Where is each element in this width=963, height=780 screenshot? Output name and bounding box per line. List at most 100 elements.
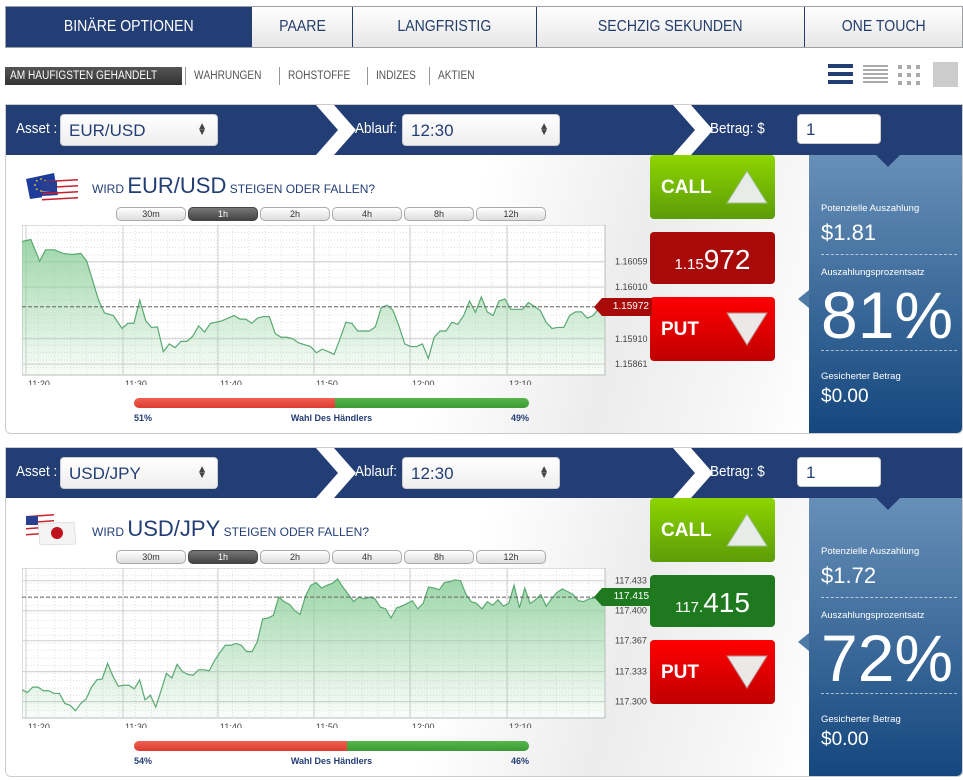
put-button[interactable]: PUT — [650, 640, 775, 704]
category-stocks[interactable]: AKTIEN — [428, 67, 488, 85]
amount-input[interactable]: 1 — [797, 114, 881, 144]
amount-label: Betrag: $ — [710, 463, 765, 480]
percent-label: Auszahlungsprozentsatz — [821, 267, 925, 278]
chevron-right-icon — [673, 105, 713, 155]
amount-value: 1 — [806, 120, 816, 139]
timeframe-4h[interactable]: 4h — [332, 550, 402, 564]
tab-paare[interactable]: PAARE — [251, 7, 353, 47]
x-tick-label: 12:10 — [509, 379, 532, 385]
category-currencies[interactable]: WÄHRUNGEN — [185, 67, 279, 85]
tab-one-touch[interactable]: ONE TOUCH — [804, 7, 962, 47]
x-tick-label: 11:50 — [316, 722, 338, 728]
category-most-traded[interactable]: AM HÄUFIGSTEN GEHANDELT — [5, 67, 183, 85]
header-notch — [876, 498, 900, 510]
timeframe-1h[interactable]: 1h — [188, 550, 258, 564]
list-large-icon[interactable] — [828, 62, 853, 87]
tab-binaere-optionen[interactable]: BINÄRE OPTIONEN — [6, 7, 252, 47]
category-label: WÄHRUNGEN — [194, 70, 262, 82]
x-tick-label: 12:00 — [412, 722, 435, 728]
asset-select-value: USD/JPY — [69, 464, 141, 483]
trade-panel: Asset : USD/JPY ▲ ▼ Ablauf: 12:30 ▲ ▼ Betrag… — [5, 447, 963, 777]
category-indices[interactable]: INDIZES — [366, 67, 429, 85]
tab-label: ONE TOUCH — [841, 18, 926, 35]
timeframe-12h[interactable]: 12h — [476, 550, 546, 564]
asset-select[interactable]: USD/JPY ▲ ▼ — [60, 457, 218, 489]
y-tick-label: 1.16059 — [615, 257, 648, 267]
category-label: AM HÄUFIGSTEN GEHANDELT — [10, 70, 158, 82]
y-tick-label: 117.333 — [615, 667, 647, 677]
timeframe-30m[interactable]: 30m — [116, 550, 186, 564]
sentiment-bar-put — [134, 398, 336, 408]
expiry-select[interactable]: 12:30 ▲ ▼ — [402, 114, 560, 146]
amount-label: Betrag: $ — [710, 120, 765, 137]
payout-value: $1.81 — [821, 220, 877, 245]
put-label: PUT — [661, 662, 699, 683]
grid-icon[interactable] — [898, 62, 923, 87]
timeframe-selector: 30m 1h 2h 4h 8h 12h — [116, 550, 546, 564]
call-button[interactable]: CALL — [650, 155, 775, 219]
payout-label: Potenzielle Auszahlung — [821, 546, 920, 557]
question-heading: WIRD EUR/USD STEIGEN ODER FALLEN? — [92, 173, 376, 198]
flag-icon — [26, 514, 77, 546]
view-toggle-group — [828, 62, 958, 87]
trader-sentiment: 51% Wahl Des Händlers 49% — [134, 398, 529, 423]
chart-area: WIRD USD/JPY STEIGEN ODER FALLEN? 30m 1h 2… — [6, 498, 809, 776]
timeframe-8h[interactable]: 8h — [404, 550, 474, 564]
list-compact-icon[interactable] — [863, 62, 888, 87]
asset-select[interactable]: EUR/USD ▲ ▼ — [60, 114, 218, 146]
expiry-select-value: 12:30 — [411, 464, 454, 483]
sentiment-right-pct: 49% — [510, 413, 529, 423]
sentiment-bar-call — [347, 741, 529, 751]
timeframe-12h[interactable]: 12h — [476, 207, 546, 221]
timeframe-2h[interactable]: 2h — [260, 207, 330, 221]
expiry-label: Ablauf: — [355, 120, 398, 137]
sidebar-pointer — [798, 290, 809, 308]
current-price-tag: 117.415 — [594, 588, 652, 607]
timeframe-4h[interactable]: 4h — [332, 207, 402, 221]
question-heading: WIRD USD/JPY STEIGEN ODER FALLEN? — [92, 516, 369, 541]
x-tick-label: 11:30 — [125, 722, 147, 728]
expiry-select-value: 12:30 — [411, 121, 454, 140]
trader-sentiment: 54% Wahl Des Händlers 46% — [134, 741, 529, 766]
secured-label: Gesicherter Betrag — [821, 714, 901, 725]
y-tick-label: 1.15910 — [615, 334, 648, 344]
tab-langfristig[interactable]: LANGFRISTIG — [352, 7, 536, 47]
put-label: PUT — [661, 319, 699, 340]
x-tick-label: 11:50 — [316, 379, 338, 385]
asset-label: Asset : — [16, 120, 58, 137]
tab-sechzig-sekunden[interactable]: SECHZIG SEKUNDEN — [535, 7, 805, 47]
panel-header: Asset : EUR/USD ▲ ▼ Ablauf: 12:30 ▲ ▼ Betrag… — [6, 105, 962, 155]
put-button[interactable]: PUT — [650, 297, 775, 361]
payout-sidebar: Potenzielle Auszahlung $1.81 Auszahlungs… — [809, 155, 962, 433]
expiry-select[interactable]: 12:30 ▲ ▼ — [402, 457, 560, 489]
percent-label: Auszahlungsprozentsatz — [821, 610, 925, 621]
category-label: INDIZES — [375, 70, 416, 82]
select-arrows-icon: ▲ ▼ — [197, 464, 207, 481]
chevron-right-icon — [316, 448, 356, 498]
expiry-label: Ablauf: — [355, 463, 398, 480]
timeframe-2h[interactable]: 2h — [260, 550, 330, 564]
sentiment-bar — [134, 398, 529, 408]
x-tick-label: 11:40 — [220, 722, 242, 728]
question-asset: USD/JPY — [127, 516, 221, 541]
category-nav: AM HÄUFIGSTEN GEHANDELT WÄHRUNGEN ROHSTO… — [5, 67, 488, 85]
chevron-right-icon — [673, 448, 713, 498]
select-arrows-icon: ▲ ▼ — [539, 464, 549, 481]
timeframe-1h[interactable]: 1h — [188, 207, 258, 221]
sentiment-right-pct: 46% — [510, 756, 529, 766]
timeframe-30m[interactable]: 30m — [116, 207, 186, 221]
asset-label: Asset : — [16, 463, 58, 480]
amount-input[interactable]: 1 — [797, 457, 881, 487]
flag-icon — [26, 173, 78, 201]
x-tick-label: 12:10 — [509, 722, 532, 728]
x-tick-label: 11:30 — [125, 379, 147, 385]
price-chart: 1.16059 1.16010 1.15910 1.15861 11:20 11:30 11… — [22, 225, 648, 385]
tile-icon[interactable] — [933, 62, 958, 87]
arrow-up-icon — [726, 513, 768, 547]
category-commodities[interactable]: ROHSTOFFE — [278, 67, 367, 85]
x-tick-label: 11:40 — [220, 379, 242, 385]
current-price-display: 117.415 — [650, 575, 775, 627]
tab-label: LANGFRISTIG — [397, 18, 492, 35]
call-button[interactable]: CALL — [650, 498, 775, 562]
timeframe-8h[interactable]: 8h — [404, 207, 474, 221]
